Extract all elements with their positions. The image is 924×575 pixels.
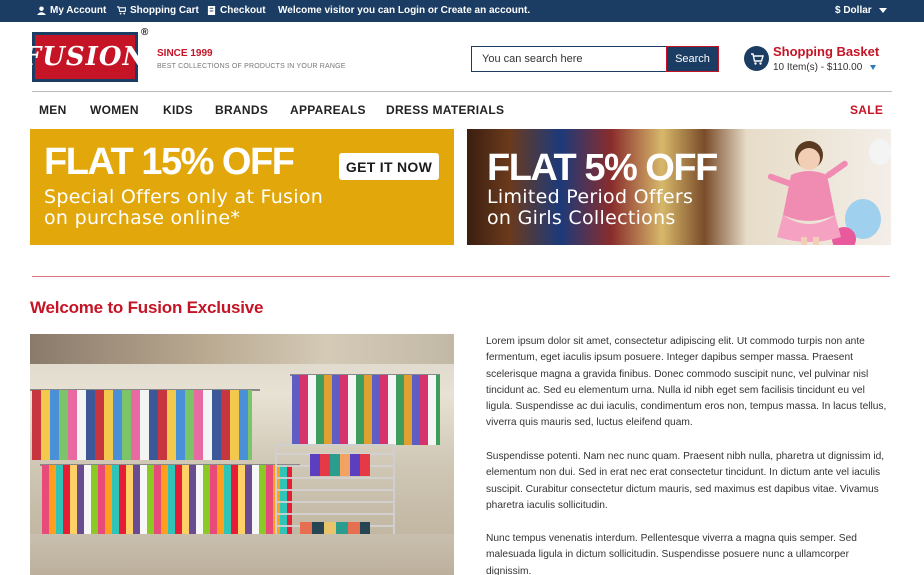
banner-line-2: on purchase online* [44, 207, 241, 229]
logo-text: FUSION [22, 42, 148, 72]
currency-label: $ Dollar [835, 5, 872, 16]
shopping-cart-link[interactable]: Shopping Cart [117, 5, 199, 16]
currency-selector[interactable]: $ Dollar [835, 5, 887, 16]
since-label: SINCE 1999 [157, 48, 213, 59]
my-account-link[interactable]: My Account [37, 5, 106, 16]
banner-line-1: Limited Period Offers [487, 186, 694, 208]
balloon [869, 139, 891, 165]
cart-icon [117, 6, 126, 15]
nav-item-kids[interactable]: KIDS [163, 103, 193, 117]
nav-item-dress-materials[interactable]: DRESS MATERIALS [386, 103, 504, 117]
page-title: Welcome to Fusion Exclusive [30, 298, 264, 317]
banner-headline: FLAT 15% OFF [44, 141, 295, 183]
nav-item-appareals[interactable]: APPAREALS [290, 103, 366, 117]
basket-title[interactable]: Shopping Basket [773, 44, 879, 59]
header-divider [32, 91, 892, 92]
user-icon [37, 6, 46, 15]
welcome-message: Welcome visitor you can Login or Create … [278, 5, 530, 16]
shopping-cart-label: Shopping Cart [130, 5, 199, 16]
promo-banner-15[interactable]: FLAT 15% OFF Special Offers only at Fusi… [30, 129, 454, 245]
intro-paragraph: Nunc tempus venenatis interdum. Pellente… [486, 533, 857, 575]
tagline: BEST COLLECTIONS OF PRODUCTS IN YOUR RAN… [157, 63, 346, 70]
my-account-label: My Account [50, 5, 107, 16]
promo-banner-5[interactable]: FLAT 5% OFF Limited Period Offers on Gir… [467, 129, 891, 245]
fusion-logo[interactable]: FUSION [23, 32, 146, 82]
nav-item-brands[interactable]: BRANDS [215, 103, 268, 117]
top-bar: My Account Shopping Cart Checkout Welcom… [0, 0, 924, 22]
basket-icon[interactable] [744, 46, 769, 71]
nav-item-women[interactable]: WOMEN [90, 103, 139, 117]
search-button[interactable]: Search [666, 46, 719, 72]
search-input[interactable] [471, 46, 667, 72]
nav-item-men[interactable]: MEN [39, 103, 67, 117]
checkout-label: Checkout [220, 5, 266, 16]
basket-summary[interactable]: 10 Item(s) - $110.00 [773, 62, 862, 73]
section-divider [32, 276, 890, 277]
intro-paragraph: Suspendisse potenti. Nam nec nunc quam. … [486, 451, 885, 511]
intro-paragraph: Lorem ipsum dolor sit amet, consectetur … [486, 336, 887, 429]
store-photo [30, 334, 454, 575]
nav-item-sale[interactable]: SALE [850, 103, 883, 117]
banner-line-2: on Girls Collections [487, 207, 676, 229]
chevron-down-icon[interactable] [870, 65, 876, 70]
checkout-icon [207, 6, 216, 15]
welcome-text: Welcome visitor you can Login or Create … [278, 5, 531, 16]
chevron-down-icon [878, 8, 887, 13]
banner-line-1: Special Offers only at Fusion [44, 186, 324, 208]
girl-photo [767, 141, 848, 245]
registered-mark: ® [141, 27, 149, 38]
get-it-now-button[interactable]: GET IT NOW [339, 153, 439, 180]
checkout-link[interactable]: Checkout [207, 5, 266, 16]
banner-headline: FLAT 5% OFF [487, 147, 718, 189]
